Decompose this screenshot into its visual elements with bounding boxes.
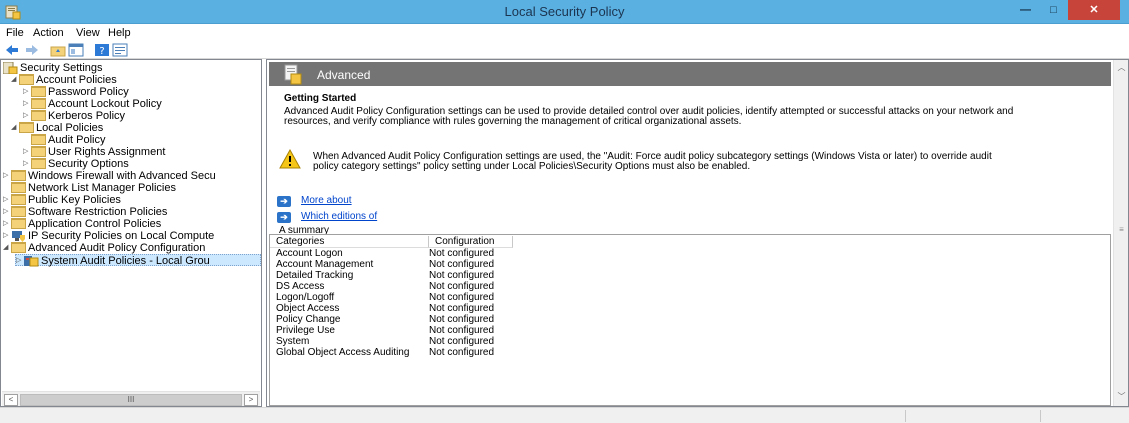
scroll-up-button[interactable]: ︿ xyxy=(1115,61,1128,75)
advanced-audit-icon xyxy=(284,64,302,85)
tree-item-network-list-manager[interactable]: Network List Manager Policies xyxy=(3,182,261,194)
menu-bar: File Action View Help xyxy=(0,25,1129,42)
status-bar xyxy=(0,407,1129,423)
tree-horizontal-scrollbar[interactable]: < III > xyxy=(2,391,260,406)
arrow-right-icon: ➔ xyxy=(277,212,291,223)
folder-icon xyxy=(19,74,34,86)
expand-arrow-icon[interactable]: ▷ xyxy=(23,158,31,170)
summary-table: Categories Configuration Account Logon No… xyxy=(269,234,1111,406)
folder-icon xyxy=(31,146,46,158)
which-editions-link[interactable]: Which editions of xyxy=(301,211,377,222)
back-arrow-icon[interactable] xyxy=(4,43,20,57)
toolbar: ? xyxy=(0,42,1129,59)
expand-arrow-icon[interactable]: ▷ xyxy=(23,98,31,110)
status-divider xyxy=(1040,410,1041,422)
scroll-right-button[interactable]: > xyxy=(244,394,258,406)
expand-arrow-icon[interactable]: ▷ xyxy=(23,146,31,158)
tree-item-security-options[interactable]: ▷ Security Options xyxy=(23,158,261,170)
scroll-thumb-grip-icon[interactable]: ≡ xyxy=(1118,226,1125,234)
close-button[interactable]: ✕ xyxy=(1068,0,1120,20)
tree-item-advanced-audit[interactable]: ◢ Advanced Audit Policy Configuration xyxy=(3,242,261,254)
tree-item-user-rights-assignment[interactable]: ▷ User Rights Assignment xyxy=(23,146,261,158)
folder-icon xyxy=(11,170,26,182)
tree-item-software-restriction[interactable]: ▷ Software Restriction Policies xyxy=(3,206,261,218)
tree-item-public-key-policies[interactable]: ▷ Public Key Policies xyxy=(3,194,261,206)
intro-text-line2: resources, and verify compliance with ru… xyxy=(284,116,742,127)
folder-icon xyxy=(31,134,46,146)
tree-item-audit-policy[interactable]: Audit Policy xyxy=(23,134,261,146)
tree-pane: Security Settings ◢ Account Policies ▷ P… xyxy=(0,59,262,407)
menu-help[interactable]: Help xyxy=(108,27,131,39)
arrow-right-icon: ➔ xyxy=(277,196,291,207)
window-title: Local Security Policy xyxy=(504,4,625,19)
collapse-arrow-icon[interactable]: ◢ xyxy=(11,74,19,86)
folder-icon xyxy=(11,194,26,206)
more-about-link[interactable]: More about xyxy=(301,195,352,206)
security-settings-icon xyxy=(3,62,18,74)
menu-action[interactable]: Action xyxy=(33,27,64,39)
computer-shield-icon xyxy=(12,231,25,242)
tree-item-account-policies[interactable]: ◢ Account Policies xyxy=(11,74,261,86)
forward-arrow-icon[interactable] xyxy=(24,43,40,57)
column-header-configuration[interactable]: Configuration xyxy=(429,236,513,248)
expand-arrow-icon[interactable]: ▷ xyxy=(3,230,11,242)
banner-title: Advanced xyxy=(317,68,371,82)
expand-arrow-icon[interactable]: ▷ xyxy=(3,194,11,206)
title-bar: Local Security Policy — □ ✕ xyxy=(0,0,1129,24)
folder-icon xyxy=(31,98,46,110)
folder-icon xyxy=(31,86,46,98)
folder-icon xyxy=(31,158,46,170)
up-folder-icon[interactable] xyxy=(50,43,66,57)
folder-icon xyxy=(11,182,26,194)
warning-icon xyxy=(279,149,301,169)
tree-item-account-lockout-policy[interactable]: ▷ Account Lockout Policy xyxy=(23,98,261,110)
warning-text-line2: policy category settings" policy setting… xyxy=(313,161,751,172)
getting-started-heading: Getting Started xyxy=(284,93,357,104)
menu-file[interactable]: File xyxy=(6,27,24,39)
svg-text:?: ? xyxy=(99,46,104,57)
expand-arrow-icon[interactable]: ▷ xyxy=(3,218,11,230)
maximize-button[interactable]: □ xyxy=(1040,0,1067,20)
expand-arrow-icon[interactable]: ▷ xyxy=(3,206,11,218)
help-icon[interactable]: ? xyxy=(94,43,110,57)
tree-item-windows-firewall[interactable]: ▷ Windows Firewall with Advanced Secu xyxy=(3,170,261,182)
tree-item-kerberos-policy[interactable]: ▷ Kerberos Policy xyxy=(23,110,261,122)
expand-arrow-icon[interactable]: ▷ xyxy=(23,86,31,98)
collapse-arrow-icon[interactable]: ◢ xyxy=(3,242,11,254)
scroll-down-button[interactable]: ﹀ xyxy=(1115,390,1128,404)
details-banner: Advanced xyxy=(269,62,1111,86)
expand-arrow-icon[interactable]: ▷ xyxy=(23,110,31,122)
details-vertical-scrollbar[interactable]: ︿ ≡ ﹀ xyxy=(1113,60,1128,406)
collapse-arrow-icon[interactable]: ◢ xyxy=(11,122,19,134)
tree-root[interactable]: Security Settings xyxy=(3,62,253,74)
minimize-button[interactable]: — xyxy=(1012,0,1039,20)
show-hide-tree-icon[interactable] xyxy=(68,43,84,57)
folder-icon xyxy=(11,242,26,254)
scroll-thumb[interactable]: III xyxy=(20,394,242,406)
details-pane: Advanced Getting Started Advanced Audit … xyxy=(266,59,1129,407)
tree-item-ip-security[interactable]: ▷ IP Security Policies on Local Compute xyxy=(3,230,261,242)
audit-policy-icon xyxy=(24,256,39,267)
expand-arrow-icon[interactable]: ▷ xyxy=(3,170,11,182)
tree-item-password-policy[interactable]: ▷ Password Policy xyxy=(23,86,261,98)
tree-item-system-audit-policies[interactable]: ▷ System Audit Policies - Local Grou xyxy=(15,254,261,267)
folder-icon xyxy=(19,122,34,134)
expand-arrow-icon[interactable]: ▷ xyxy=(16,255,24,267)
column-header-categories[interactable]: Categories xyxy=(270,236,429,248)
tree-item-local-policies[interactable]: ◢ Local Policies xyxy=(11,122,261,134)
folder-icon xyxy=(11,206,26,218)
folder-icon xyxy=(11,218,26,230)
properties-icon[interactable] xyxy=(112,43,128,57)
menu-view[interactable]: View xyxy=(76,27,100,39)
status-divider xyxy=(905,410,906,422)
folder-icon xyxy=(31,110,46,122)
scroll-left-button[interactable]: < xyxy=(4,394,18,406)
tree-item-application-control[interactable]: ▷ Application Control Policies xyxy=(3,218,261,230)
